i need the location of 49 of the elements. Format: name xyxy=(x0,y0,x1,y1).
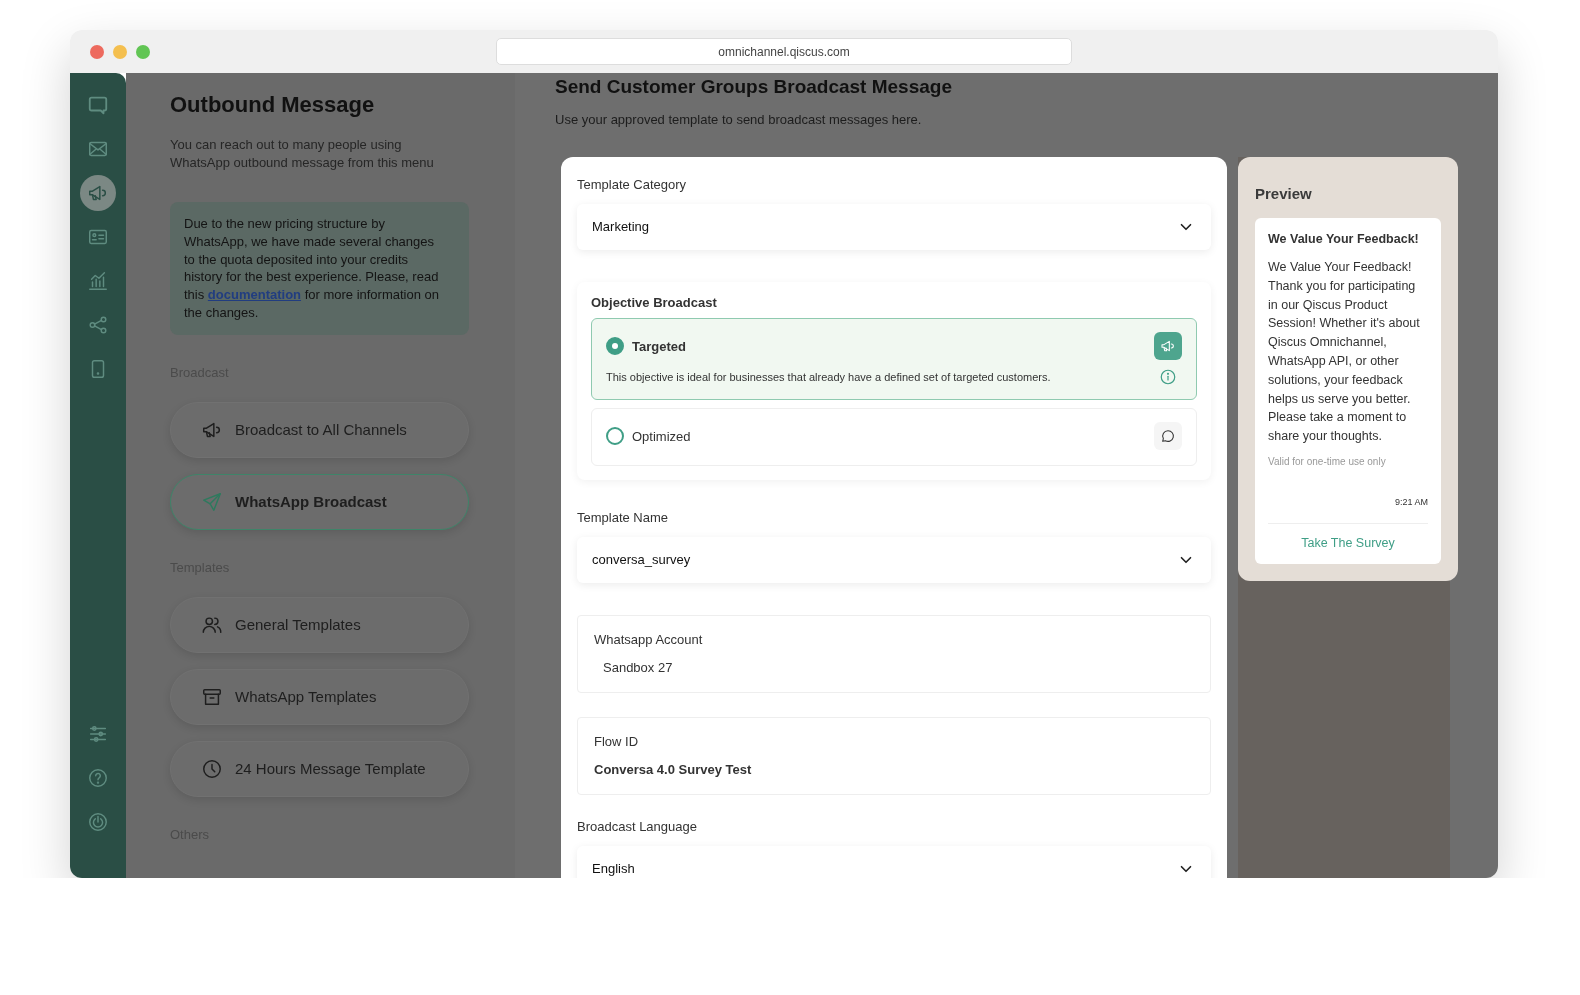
menu-item[interactable]: WhatsApp Templates xyxy=(170,668,469,725)
megaphone-icon xyxy=(1160,338,1176,354)
clock-icon xyxy=(201,757,223,780)
power-icon xyxy=(87,811,109,833)
dropdown[interactable]: conversa_survey xyxy=(577,537,1211,583)
dropdown[interactable]: English xyxy=(577,846,1211,878)
menu-item[interactable]: WhatsApp Broadcast xyxy=(170,473,469,530)
subtitle-text: Use your approved template to send broadcast messages here. xyxy=(555,112,923,127)
page-heading: Send Customer Groups Broadcast Message xyxy=(555,76,953,98)
info-icon xyxy=(1159,368,1177,386)
share-nodes-icon xyxy=(87,314,109,336)
chat-bubble-icon xyxy=(87,94,109,116)
description-text: This objective is ideal for businesses that already have a defined set of targeted customers. xyxy=(606,371,1051,383)
message-time: 9:21 AM xyxy=(1393,496,1428,507)
field-label: Broadcast Language xyxy=(577,819,698,834)
survey-button[interactable]: Take The Survey xyxy=(1268,522,1428,550)
send-icon xyxy=(201,490,223,513)
description-text: You can reach out to many people using WhatsApp outbound message from this menu xyxy=(170,136,435,172)
field-label: Template Name xyxy=(577,510,670,525)
field-label: Template Category xyxy=(577,177,688,192)
menu-item[interactable]: Broadcast to All Channels xyxy=(170,401,469,458)
sidebar-item[interactable] xyxy=(80,175,116,211)
sliders-icon xyxy=(87,723,109,745)
notice-text: Due to the new pricing structure by WhatsApp, we have made several changes to the quota deposited into your credits history for the best experience. Please, read this documentation for more information on the changes. xyxy=(184,215,441,322)
field-value: Conversa 4.0 Survey Test xyxy=(594,762,753,777)
documentation-link[interactable]: documentation xyxy=(207,287,301,303)
bar-chart-icon xyxy=(87,270,109,292)
page-title: Outbound Message xyxy=(170,92,376,118)
close-button[interactable] xyxy=(90,44,104,59)
section-label: Objective Broadcast xyxy=(591,295,718,310)
message-heading: We Value Your Feedback! xyxy=(1268,232,1420,246)
chat-bubble-icon xyxy=(1160,428,1176,444)
help-icon xyxy=(87,767,109,789)
objective-option[interactable]: Optimized xyxy=(591,408,1197,466)
dropdown[interactable]: Marketing xyxy=(577,204,1211,250)
zoom-button[interactable] xyxy=(136,44,150,59)
field-value: Sandbox 27 xyxy=(602,660,674,675)
menu-item[interactable]: 24 Hours Message Template xyxy=(170,740,469,797)
minimize-button[interactable] xyxy=(113,44,127,59)
address-bar[interactable]: omnichannel.qiscus.com xyxy=(496,38,1072,65)
message-footer: Valid for one-time use only xyxy=(1268,455,1428,467)
radio-button[interactable] xyxy=(606,337,624,355)
message-text: We Value Your Feedback! Thank you for participating in our Qiscus Product Session! Whether it's about Qiscus Omnichannel, WhatsApp API, or other solutions, your feedback helps us serve you better. Please take a moment to share your thoughts. xyxy=(1268,259,1421,446)
radio-button[interactable] xyxy=(606,427,624,445)
objective-option[interactable]: Targeted This objective is ideal for businesses that already have a defined set of targeted customers. xyxy=(591,318,1197,400)
menu-item[interactable]: General Templates xyxy=(170,596,469,653)
preview-title: Preview xyxy=(1255,185,1313,202)
field-label: Flow ID xyxy=(594,734,640,749)
field-label: Whatsapp Account xyxy=(594,632,704,647)
